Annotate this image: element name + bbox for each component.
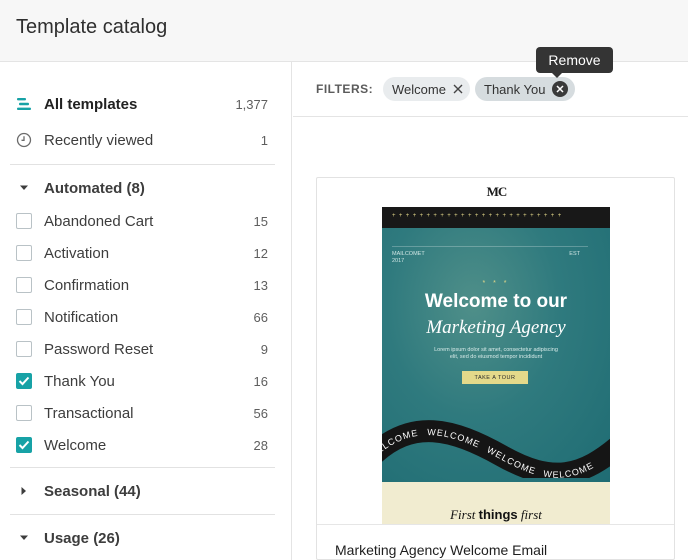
divider (10, 164, 275, 165)
sidebar-item-count: 1 (260, 132, 268, 148)
checkbox[interactable] (16, 213, 32, 229)
section-toggle-usage[interactable]: Usage (26) (16, 524, 274, 552)
section-toggle-automated[interactable]: Automated (8) (16, 174, 274, 202)
section-label: Automated (8) (44, 179, 145, 197)
preview-cta-button: TAKE A TOUR (462, 371, 528, 384)
clock-icon (16, 132, 32, 148)
preview-footer-text: First things first (382, 507, 610, 523)
filter-item-label: Confirmation (44, 276, 130, 294)
template-card[interactable]: MC +++++++++++++++++++++++++ MAILCOMET 2… (316, 177, 675, 560)
preview-subheadline: Marketing Agency (426, 317, 566, 338)
close-circle-icon[interactable] (552, 81, 569, 97)
sidebar-item-all-templates[interactable]: All templates 1,377 (16, 90, 274, 118)
footer-word-bold: things (478, 507, 518, 522)
filter-item-label: Notification (44, 308, 119, 326)
checkbox[interactable] (16, 245, 32, 261)
footer-word-post: first (520, 507, 542, 522)
section-toggle-seasonal[interactable]: Seasonal (44) (16, 477, 274, 505)
filter-item-label: Activation (44, 244, 110, 262)
divider (10, 467, 275, 468)
check-icon (18, 376, 30, 386)
section-label: Seasonal (44) (44, 482, 141, 500)
check-icon (18, 440, 30, 450)
main-content: FILTERS: Welcome Thank You MC ++++++++++… (293, 62, 688, 560)
filter-item-activation[interactable]: Activation 12 (16, 239, 274, 267)
filter-item-thank-you[interactable]: Thank You 16 (16, 367, 274, 395)
checkbox[interactable] (16, 277, 32, 293)
chip-label: Welcome (392, 81, 446, 97)
filter-item-label: Password Reset (44, 340, 154, 358)
template-preview[interactable]: +++++++++++++++++++++++++ MAILCOMET 2017… (382, 207, 610, 525)
filter-item-transactional[interactable]: Transactional 56 (16, 399, 274, 427)
preview-dot-row: +++++++++++++++++++++++++ (392, 213, 565, 219)
sidebar-item-label: All templates (44, 95, 138, 113)
close-icon[interactable] (453, 84, 463, 94)
filter-item-count: 9 (260, 341, 268, 357)
remove-tooltip: Remove (536, 47, 613, 78)
filter-item-notification[interactable]: Notification 66 (16, 303, 274, 331)
preview-top-bar: +++++++++++++++++++++++++ (382, 207, 610, 228)
divider (10, 514, 275, 515)
caret-right-icon (16, 487, 32, 495)
checkbox[interactable] (16, 405, 32, 421)
checkbox-checked[interactable] (16, 437, 32, 453)
filter-chip-welcome[interactable]: Welcome (383, 77, 470, 101)
filter-item-count: 12 (253, 245, 268, 261)
caret-down-icon (16, 185, 32, 191)
filter-item-count: 16 (253, 373, 268, 389)
filter-item-count: 13 (253, 277, 268, 293)
preview-meta-left: MAILCOMET 2017 (392, 251, 425, 264)
filter-item-abandoned-cart[interactable]: Abandoned Cart 15 (16, 207, 274, 235)
filters-label: FILTERS: (316, 82, 374, 96)
checkbox[interactable] (16, 309, 32, 325)
template-card-title[interactable]: Marketing Agency Welcome Email (335, 542, 547, 558)
footer-word-pre: First (450, 507, 476, 522)
filter-item-count: 56 (253, 405, 268, 421)
brand-logo: MC (486, 184, 508, 199)
preview-body-text: Lorem ipsum dolor sit amet, consectetur … (434, 347, 558, 360)
filter-item-count: 15 (253, 213, 268, 229)
welcome-ribbon: WELCOME WELCOME WELCOME WELCOME (382, 420, 610, 478)
checkbox[interactable] (16, 341, 32, 357)
filter-item-label: Abandoned Cart (44, 212, 154, 230)
sidebar-item-label: Recently viewed (44, 131, 154, 149)
sidebar-item-count: 1,377 (235, 96, 268, 112)
preview-stars: * * * (482, 280, 510, 287)
filter-item-label: Welcome (44, 436, 107, 454)
preview-headline: Welcome to our (424, 291, 568, 312)
page-title: Template catalog (16, 16, 168, 38)
checkbox-checked[interactable] (16, 373, 32, 389)
filter-item-label: Transactional (44, 404, 134, 422)
filter-item-password-reset[interactable]: Password Reset 9 (16, 335, 274, 363)
list-icon (16, 96, 32, 112)
divider (392, 246, 588, 247)
chip-label: Thank You (484, 81, 546, 97)
section-label: Usage (26) (44, 529, 120, 547)
preview-meta-right: EST (569, 251, 580, 257)
preview-hero: MAILCOMET 2017 EST * * * Welcome to our … (382, 228, 610, 482)
filter-bar: FILTERS: Welcome Thank You (293, 62, 688, 117)
filter-item-count: 66 (253, 309, 268, 325)
divider (317, 524, 674, 525)
filter-item-welcome[interactable]: Welcome 28 (16, 431, 274, 459)
filter-chip-thank-you[interactable]: Thank You (475, 77, 576, 101)
sidebar-item-recently-viewed[interactable]: Recently viewed 1 (16, 126, 274, 154)
sidebar: All templates 1,377 Recently viewed 1 Au… (0, 62, 292, 560)
filter-item-count: 28 (253, 437, 268, 453)
filter-item-label: Thank You (44, 372, 115, 390)
caret-down-icon (16, 535, 32, 541)
filter-item-confirmation[interactable]: Confirmation 13 (16, 271, 274, 299)
